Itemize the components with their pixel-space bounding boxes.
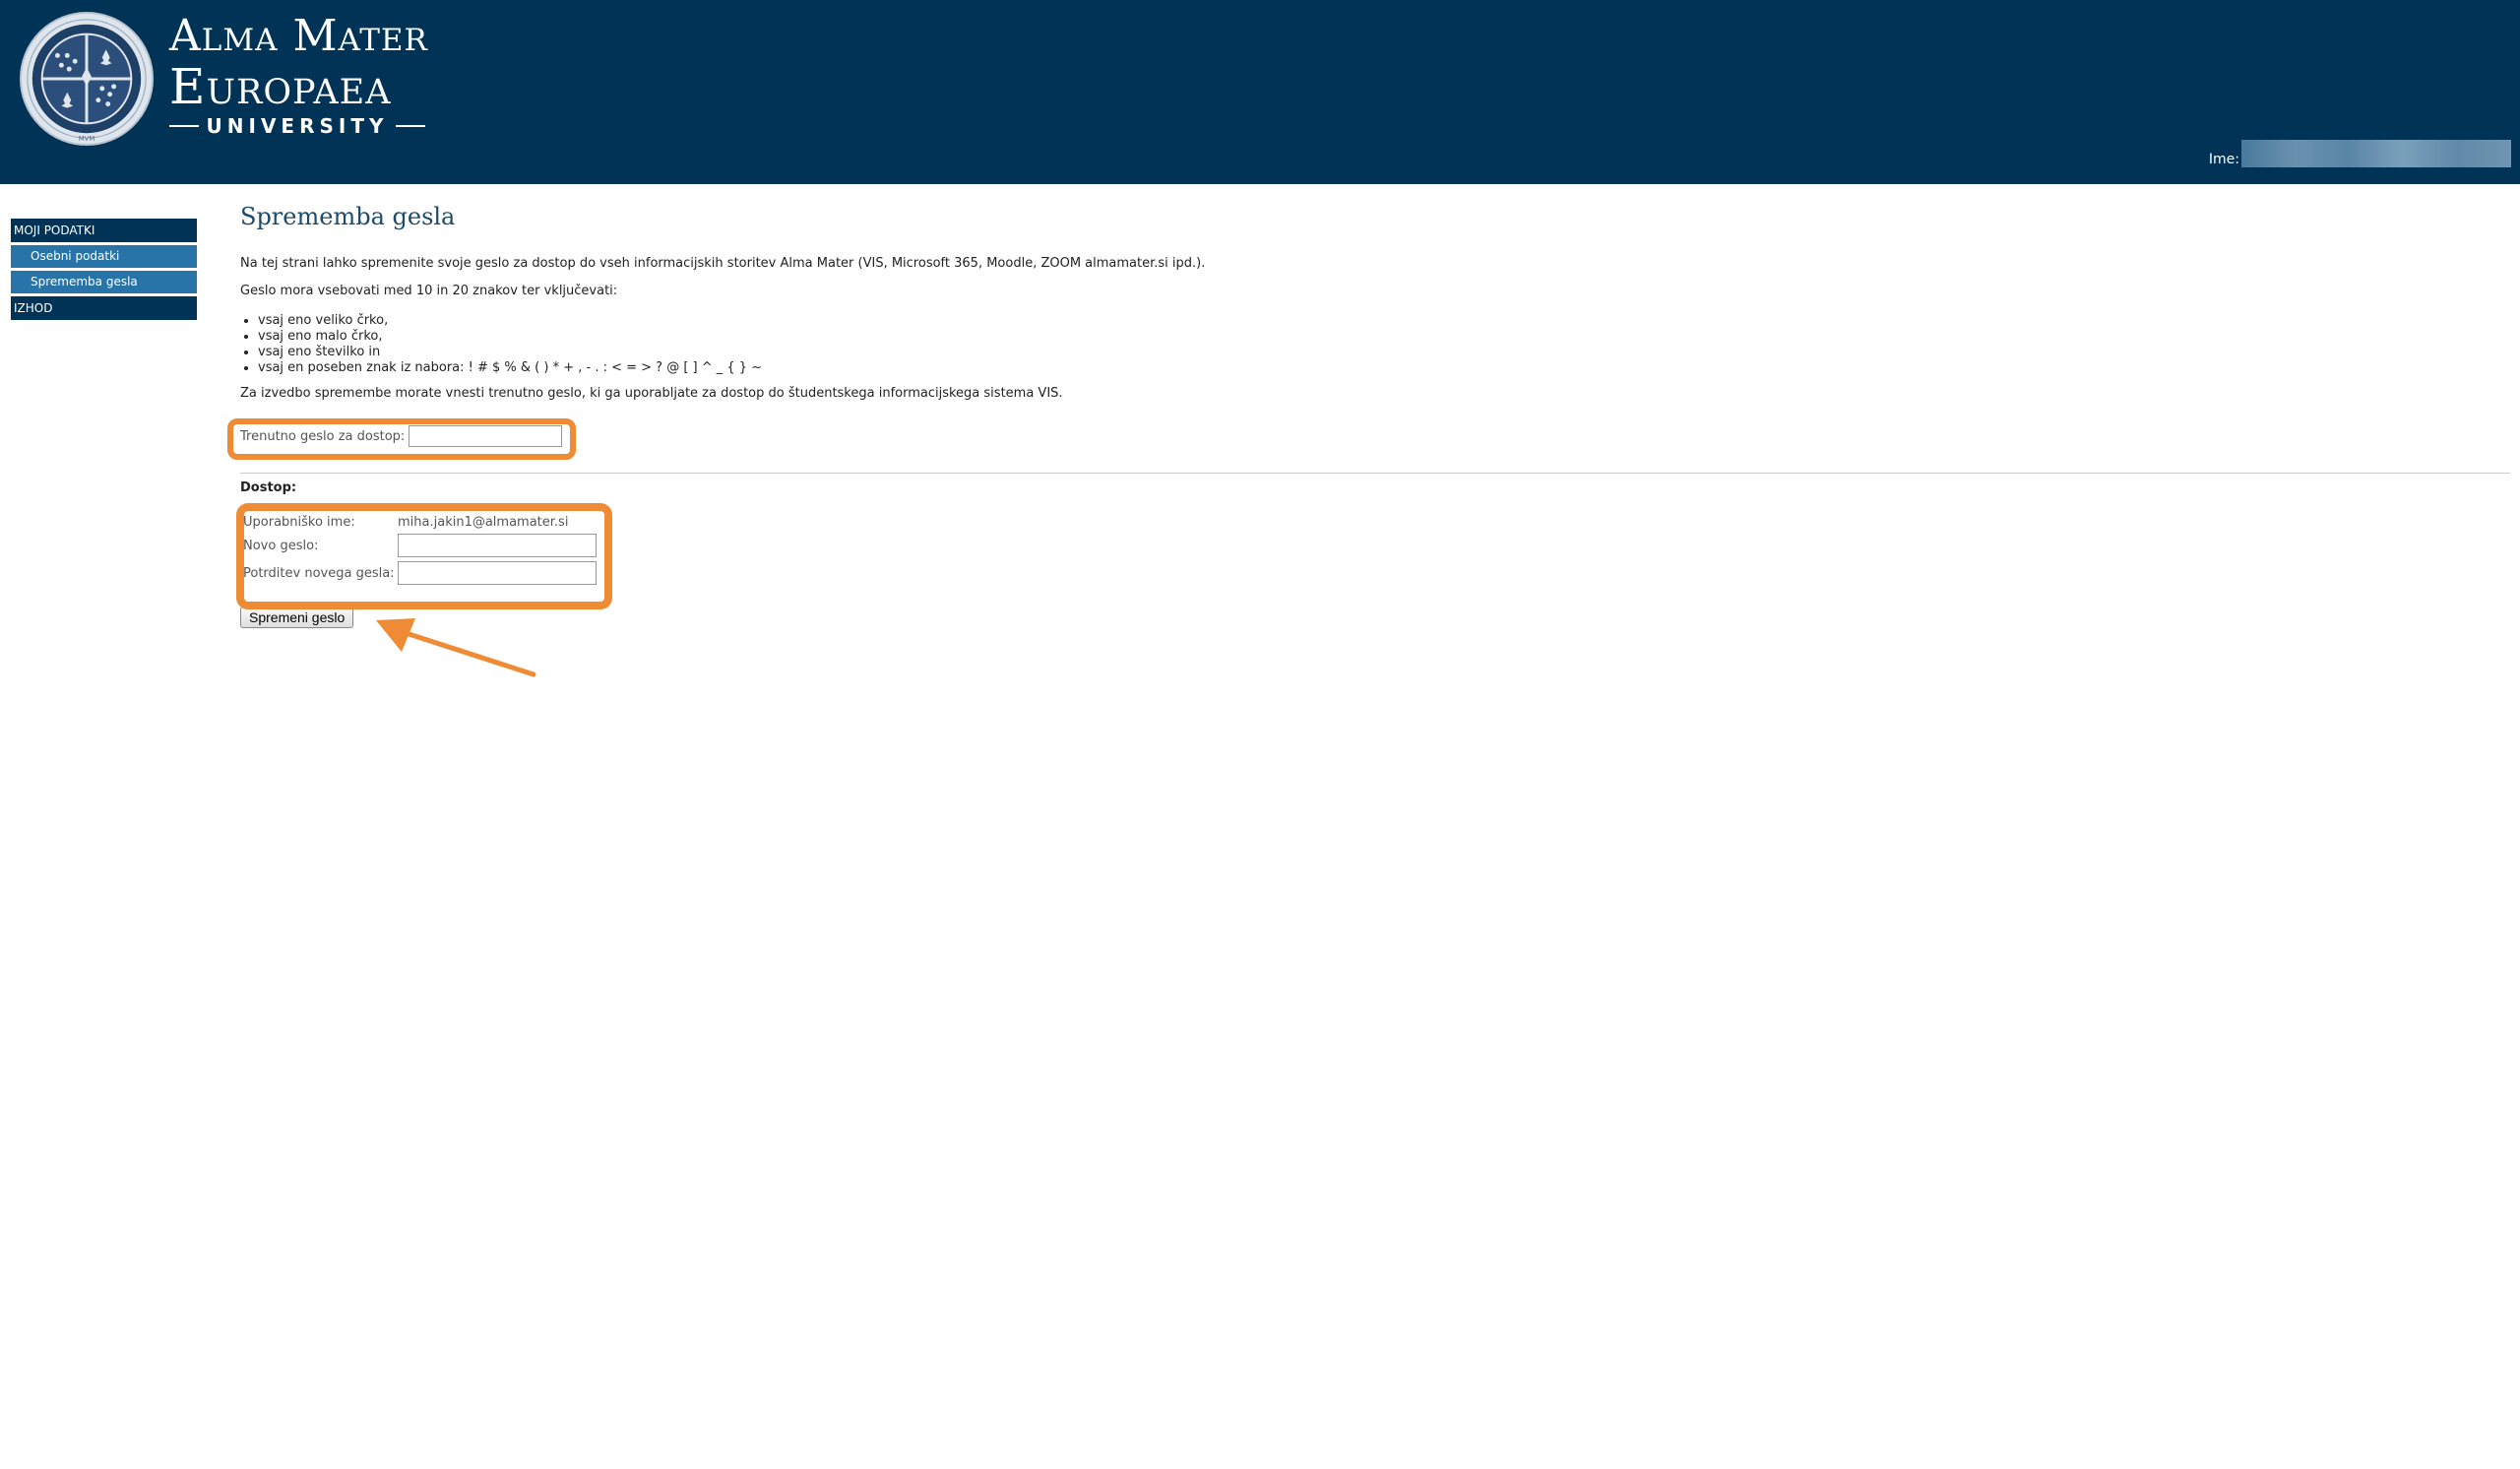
svg-text:MVM: MVM [79,135,95,143]
change-password-button[interactable]: Spremeni geslo [240,607,354,628]
sidebar-nav: MOJI PODATKI Osebni podatki Sprememba ge… [11,219,197,323]
university-wordmark: Alma Mater Europaea UNIVERSITY [169,11,428,138]
brand-university-text: UNIVERSITY [206,114,389,138]
user-name-label: Ime: [2208,152,2239,167]
highlight-access-form [236,503,612,609]
password-rules-list: vsaj eno veliko črko, vsaj eno malo črko… [240,313,2504,376]
university-seal-logo: MVM [19,11,155,147]
divider [240,473,2510,474]
requirement-text: Geslo mora vsebovati med 10 in 20 znakov… [240,284,618,298]
brand-rule-left [169,125,199,127]
sidebar-item-izhod[interactable]: IZHOD [11,296,197,320]
list-item: vsaj eno številko in [258,345,2504,360]
page-title: Sprememba gesla [240,203,456,230]
user-name-redacted [2241,140,2511,167]
list-item: vsaj eno malo črko, [258,329,2504,345]
annotation-arrow-icon [376,618,536,677]
brand-rule-right [396,125,425,127]
current-password-note: Za izvedbo spremembe morate vnesti trenu… [240,386,1063,401]
intro-text: Na tej strani lahko spremenite svoje ges… [240,256,1206,271]
sidebar-item-sprememba-gesla[interactable]: Sprememba gesla [11,271,197,293]
sidebar-item-moji-podatki[interactable]: MOJI PODATKI [11,219,197,242]
brand-line-1: Alma Mater [169,11,428,61]
header-bar: MVM Alma Mater Europaea UNIVERSITY Ime: [0,0,2520,184]
dostop-heading: Dostop: [240,480,297,495]
highlight-current-password [227,418,576,460]
brand-line-3: UNIVERSITY [169,114,425,138]
brand-line-2: Europaea [169,58,392,115]
list-item: vsaj eno veliko črko, [258,313,2504,329]
list-item: vsaj en poseben znak iz nabora: ! # $ % … [258,360,2504,376]
sidebar-item-osebni-podatki[interactable]: Osebni podatki [11,245,197,268]
main-content: Sprememba gesla Na tej strani lahko spre… [240,203,2510,628]
